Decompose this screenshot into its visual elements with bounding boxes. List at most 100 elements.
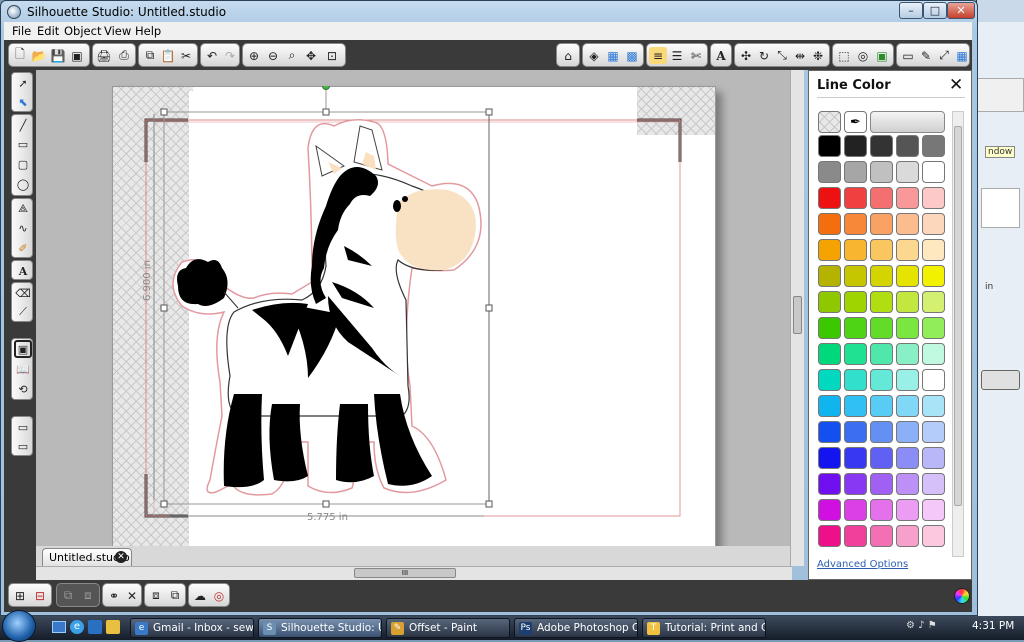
horizontal-scrollbar[interactable]: III bbox=[36, 566, 792, 580]
menu-edit[interactable]: Edit bbox=[37, 24, 59, 38]
color-swatch[interactable] bbox=[896, 421, 919, 443]
color-swatch[interactable] bbox=[818, 499, 841, 521]
color-swatch[interactable] bbox=[818, 369, 841, 391]
zoom-select-icon[interactable]: ⌕ bbox=[283, 47, 301, 64]
color-swatch[interactable] bbox=[844, 161, 867, 183]
menu-file[interactable]: File bbox=[12, 24, 31, 38]
color-swatch[interactable] bbox=[818, 239, 841, 261]
minimize-button[interactable]: – bbox=[899, 2, 923, 19]
ungroup-icon[interactable]: ⊟ bbox=[31, 587, 49, 604]
color-swatch[interactable] bbox=[896, 213, 919, 235]
show-desktop-icon[interactable] bbox=[52, 621, 66, 633]
group-icon[interactable]: ⊞ bbox=[11, 587, 29, 604]
paste-icon[interactable]: 📋 bbox=[159, 47, 177, 64]
advanced-options-link[interactable]: Advanced Options bbox=[817, 559, 908, 570]
select-icon[interactable]: ➚ bbox=[14, 74, 32, 92]
document-tab[interactable]: Untitled.studio ✕ bbox=[42, 548, 132, 566]
knife-icon[interactable]: ⟋ bbox=[14, 303, 32, 321]
color-swatch[interactable] bbox=[896, 317, 919, 339]
color-swatch[interactable] bbox=[896, 343, 919, 365]
line-style-icon[interactable]: ☰ bbox=[668, 47, 686, 64]
bring-forward-icon[interactable]: ⧈ bbox=[147, 587, 165, 604]
resize-handle-nw[interactable] bbox=[160, 108, 168, 116]
close-button[interactable]: ✕ bbox=[947, 2, 975, 19]
grid-icon[interactable]: ▦ bbox=[953, 47, 971, 64]
color-swatch[interactable] bbox=[922, 317, 945, 339]
design-icon[interactable]: ▣ bbox=[14, 340, 32, 358]
page-setup-icon[interactable]: ▭ bbox=[899, 47, 917, 64]
store-link-icon[interactable]: ⟲ bbox=[14, 380, 32, 398]
background-window-button[interactable] bbox=[981, 370, 1020, 390]
replicate-icon[interactable]: ❉ bbox=[809, 47, 827, 64]
color-swatch[interactable] bbox=[844, 343, 867, 365]
rectangle-icon[interactable]: ▭ bbox=[14, 135, 32, 153]
panel-close-icon[interactable]: ✕ bbox=[949, 75, 963, 95]
color-swatch[interactable] bbox=[870, 473, 893, 495]
cut-icon[interactable]: ✂ bbox=[177, 47, 195, 64]
color-swatch[interactable] bbox=[844, 187, 867, 209]
color-swatch[interactable] bbox=[818, 421, 841, 443]
ellipse-icon[interactable]: ◯ bbox=[14, 175, 32, 193]
panel-scrollbar[interactable] bbox=[952, 111, 964, 557]
edit-points-icon[interactable]: ⬉ bbox=[14, 93, 32, 111]
color-swatch[interactable] bbox=[896, 135, 919, 157]
color-wheel-icon[interactable] bbox=[954, 588, 970, 604]
color-swatch[interactable] bbox=[922, 265, 945, 287]
color-swatch[interactable] bbox=[818, 187, 841, 209]
delete-icon[interactable]: ✕ bbox=[123, 587, 141, 604]
color-swatch[interactable] bbox=[922, 239, 945, 261]
fullscreen-icon[interactable]: ⤢ bbox=[935, 47, 953, 64]
vertical-scroll-thumb[interactable] bbox=[793, 296, 802, 334]
color-swatch[interactable] bbox=[922, 291, 945, 313]
menu-object[interactable]: Object bbox=[64, 24, 101, 38]
taskbar-clock[interactable]: 4:31 PM bbox=[972, 620, 1014, 632]
fit-page-icon[interactable]: ⊡ bbox=[323, 47, 341, 64]
color-swatch[interactable] bbox=[818, 161, 841, 183]
pan-icon[interactable]: ✥ bbox=[302, 47, 320, 64]
zoom-out-icon[interactable]: ⊖ bbox=[264, 47, 282, 64]
gradient-icon[interactable]: ▦ bbox=[604, 47, 622, 64]
trace-icon[interactable]: ▣ bbox=[873, 47, 891, 64]
resize-handle-se[interactable] bbox=[485, 500, 493, 508]
horizontal-scroll-thumb[interactable]: III bbox=[354, 568, 456, 578]
library-icon[interactable]: 📖 bbox=[14, 360, 32, 378]
color-swatch[interactable] bbox=[818, 473, 841, 495]
rotate-handle[interactable] bbox=[322, 86, 330, 90]
color-swatch[interactable] bbox=[922, 135, 945, 157]
color-swatch[interactable] bbox=[870, 395, 893, 417]
color-swatch[interactable] bbox=[896, 239, 919, 261]
color-swatch[interactable] bbox=[896, 161, 919, 183]
save-icon[interactable]: 💾 bbox=[49, 47, 67, 64]
color-swatch[interactable] bbox=[922, 473, 945, 495]
color-swatch[interactable] bbox=[870, 265, 893, 287]
color-swatch[interactable] bbox=[870, 369, 893, 391]
taskbar-item[interactable]: S Silhouette Studio: U... bbox=[258, 618, 382, 638]
color-swatch[interactable] bbox=[844, 395, 867, 417]
panel-scroll-thumb[interactable] bbox=[954, 126, 962, 506]
color-swatch[interactable] bbox=[896, 525, 919, 547]
eyedropper-icon[interactable]: ✒ bbox=[844, 111, 867, 133]
copy-icon[interactable]: ⧉ bbox=[141, 47, 159, 64]
taskbar-item[interactable]: Ps Adobe Photoshop C... bbox=[514, 618, 638, 638]
color-swatch[interactable] bbox=[922, 447, 945, 469]
cut-send-icon[interactable]: ⎙ bbox=[115, 47, 133, 64]
color-swatch[interactable] bbox=[870, 291, 893, 313]
curve-icon[interactable]: ∿ bbox=[14, 219, 32, 237]
resize-handle-n[interactable] bbox=[322, 108, 330, 116]
menu-help[interactable]: Help bbox=[135, 24, 161, 38]
line-color-icon[interactable]: ≡ bbox=[649, 47, 667, 64]
color-swatch[interactable] bbox=[818, 343, 841, 365]
color-swatch[interactable] bbox=[844, 291, 867, 313]
color-swatch[interactable] bbox=[818, 447, 841, 469]
color-swatch[interactable] bbox=[922, 421, 945, 443]
color-swatch[interactable] bbox=[922, 343, 945, 365]
offset-target-icon[interactable]: ◎ bbox=[210, 587, 228, 604]
color-swatch[interactable] bbox=[844, 317, 867, 339]
color-swatch[interactable] bbox=[844, 213, 867, 235]
maximize-button[interactable]: □ bbox=[923, 2, 947, 19]
color-swatch[interactable] bbox=[844, 473, 867, 495]
color-swatch[interactable] bbox=[844, 447, 867, 469]
store-icon[interactable]: ⌂ bbox=[559, 47, 577, 64]
switch-windows-icon[interactable] bbox=[88, 620, 102, 634]
color-swatch[interactable] bbox=[870, 421, 893, 443]
